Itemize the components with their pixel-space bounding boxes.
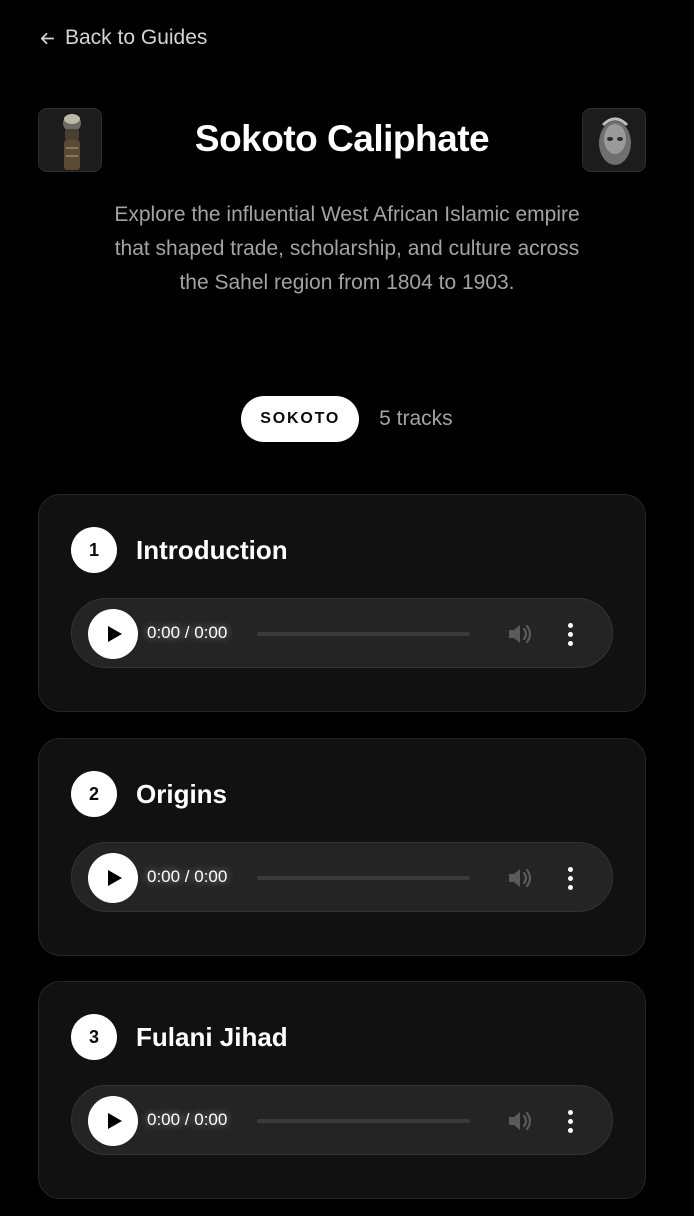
play-button[interactable]: [88, 853, 138, 903]
playback-time: 0:00 / 0:00: [147, 867, 228, 886]
seek-bar[interactable]: [257, 632, 470, 636]
play-button[interactable]: [88, 609, 138, 659]
volume-button[interactable]: [506, 621, 534, 647]
volume-button[interactable]: [506, 865, 534, 891]
volume-button[interactable]: [506, 1108, 534, 1134]
back-link-label: Back to Guides: [65, 26, 208, 49]
volume-icon: [509, 868, 532, 888]
arrow-left-icon: [40, 32, 55, 44]
playback-time: 0:00 / 0:00: [147, 623, 228, 642]
audio-player: 0:00 / 0:00: [71, 1085, 613, 1155]
track-card: 1 Introduction 0:00 / 0:00: [38, 494, 646, 712]
track-number: 2: [71, 771, 117, 817]
track-card: 2 Origins 0:00 / 0:00: [38, 738, 646, 956]
more-vertical-icon: [567, 1109, 573, 1115]
seek-bar[interactable]: [257, 1119, 470, 1123]
track-number: 1: [71, 527, 117, 573]
more-vertical-icon: [567, 866, 573, 872]
track-number: 3: [71, 1014, 117, 1060]
track-card: 3 Fulani Jihad 0:00 / 0:00: [38, 981, 646, 1199]
seek-bar[interactable]: [257, 876, 470, 880]
category-tag: SOKOTO: [241, 396, 360, 442]
track-count: 5 tracks: [379, 407, 453, 430]
track-title: Origins: [136, 778, 228, 809]
track-title: Fulani Jihad: [136, 1021, 288, 1052]
guide-thumbnail-mask: [582, 108, 646, 172]
guide-header: Sokoto Caliphate: [38, 108, 646, 172]
volume-icon: [509, 1111, 532, 1131]
playback-time: 0:00 / 0:00: [147, 1110, 228, 1129]
guide-description: Explore the influential West African Isl…: [114, 203, 580, 294]
more-options-button[interactable]: [562, 621, 578, 647]
volume-icon: [509, 624, 532, 644]
more-options-button[interactable]: [562, 865, 578, 891]
more-options-button[interactable]: [562, 1108, 578, 1134]
audio-player: 0:00 / 0:00: [71, 598, 613, 668]
more-vertical-icon: [567, 622, 573, 628]
audio-player: 0:00 / 0:00: [71, 842, 613, 912]
page-title: Sokoto Caliphate: [194, 118, 490, 159]
guide-meta: SOKOTO 5 tracks: [0, 396, 694, 442]
play-button[interactable]: [88, 1096, 138, 1146]
play-icon: [107, 626, 122, 642]
track-title: Introduction: [136, 534, 288, 565]
back-to-guides-link[interactable]: Back to Guides: [38, 26, 207, 50]
play-icon: [107, 1113, 122, 1129]
play-icon: [107, 870, 122, 886]
